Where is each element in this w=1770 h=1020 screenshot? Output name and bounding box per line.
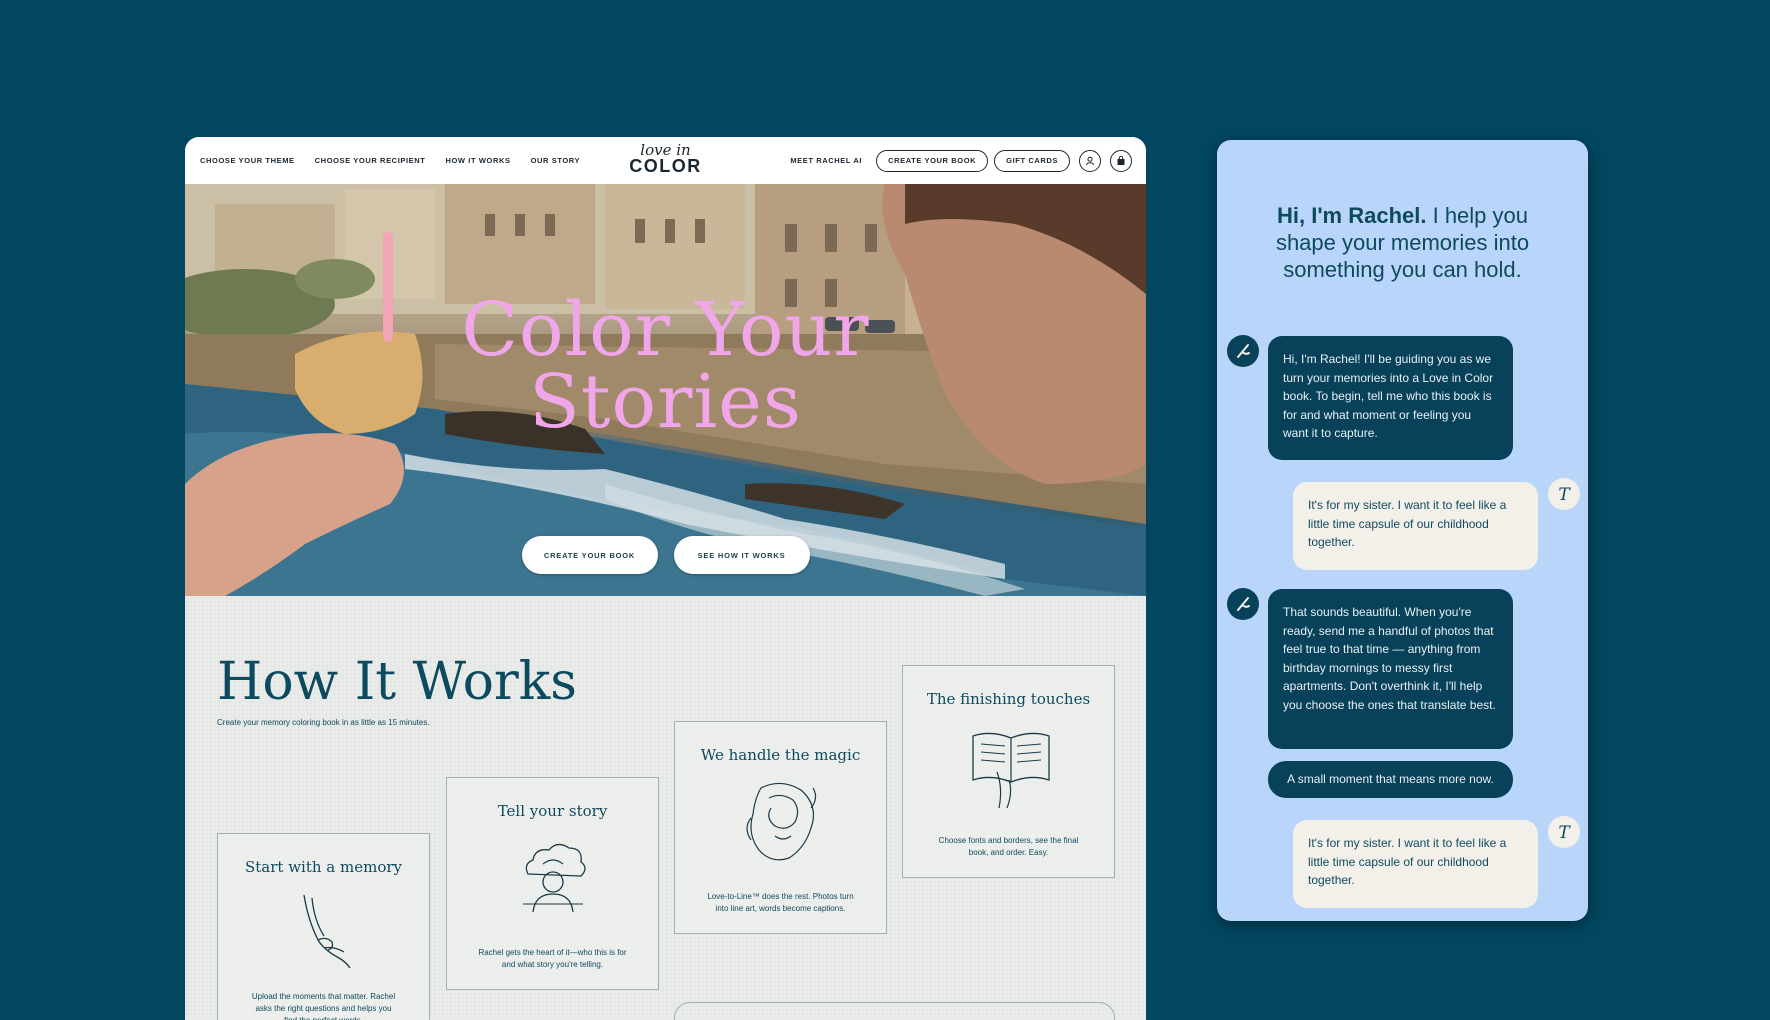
step-card-handle-magic[interactable]: We handle the magic Love-to-Line™ does t…	[674, 721, 887, 934]
nav-right-actions: MEET RACHEL AI CREATE YOUR BOOK GIFT CAR…	[790, 149, 1132, 172]
ai-avatar	[1227, 588, 1259, 620]
user-initial-icon: T	[1558, 823, 1571, 843]
hero-see-how-button[interactable]: SEE HOW IT WORKS	[673, 536, 810, 574]
step-title: The finishing touches	[926, 690, 1091, 708]
user-initial-text: T	[1558, 823, 1571, 843]
nav-our-story[interactable]: OUR STORY	[531, 156, 581, 165]
user-initial-icon: T	[1558, 485, 1571, 505]
pen-icon	[1237, 344, 1250, 358]
user-initial-text: T	[1558, 485, 1571, 505]
step-description: Rachel gets the heart of it—who this is …	[478, 948, 627, 969]
step-card-tell-story[interactable]: Tell your story Rachel gets the heart of…	[446, 777, 659, 990]
hands-illustration-icon	[303, 894, 351, 969]
step-description: Upload the moments that matter. Rachel a…	[251, 992, 396, 1020]
nav-left-links: CHOOSE YOUR THEME CHOOSE YOUR RECIPIENT …	[200, 156, 580, 165]
chat-message-ai-short: A small moment that means more now.	[1268, 761, 1513, 798]
nav-create-book-button[interactable]: CREATE YOUR BOOK	[876, 149, 989, 172]
bag-icon[interactable]	[1110, 149, 1132, 172]
nav-choose-theme[interactable]: CHOOSE YOUR THEME	[200, 156, 295, 165]
step-title: Tell your story	[497, 802, 608, 820]
user-avatar: T	[1548, 478, 1580, 510]
how-it-works-subtitle: Create your memory coloring book in as l…	[217, 718, 430, 727]
chat-heading: Hi, I'm Rachel. I help you shape your me…	[1247, 202, 1558, 283]
hero-title-line2: Stories	[529, 359, 802, 445]
partial-card-outline	[674, 1002, 1115, 1020]
step-card-start-memory[interactable]: Start with a memory Upload the moments t…	[217, 833, 430, 1020]
pen-icon	[1237, 597, 1250, 611]
logo-main-text: COLOR	[629, 156, 702, 176]
user-avatar: T	[1548, 816, 1580, 848]
how-it-works-title: How It Works	[217, 652, 577, 712]
website-mockup: CHOOSE YOUR THEME CHOOSE YOUR RECIPIENT …	[185, 137, 1146, 1020]
nav-choose-recipient[interactable]: CHOOSE YOUR RECIPIENT	[315, 156, 426, 165]
chat-message-user: It's for my sister. I want it to feel li…	[1293, 820, 1538, 908]
chat-heading-bold: Hi, I'm Rachel.	[1276, 203, 1427, 228]
person-clouds-icon	[523, 843, 586, 913]
person-icon[interactable]	[1079, 149, 1101, 172]
chat-message-ai: Hi, I'm Rachel! I'll be guiding you as w…	[1268, 336, 1513, 460]
step-title: Start with a memory	[244, 858, 403, 876]
hero-cta-group: CREATE YOUR BOOK SEE HOW IT WORKS	[185, 536, 1146, 574]
nav-how-it-works[interactable]: HOW IT WORKS	[445, 156, 510, 165]
step-description: Choose fonts and borders, see the final …	[938, 836, 1079, 857]
brand-logo[interactable]: love in COLOR	[629, 143, 702, 176]
how-it-works-section: How It Works Create your memory coloring…	[185, 596, 1146, 1020]
hero-title: Color Your Stories	[185, 287, 1146, 445]
step-description: Love-to-Line™ does the rest. Photos turn…	[707, 892, 854, 913]
step-card-finishing-touches[interactable]: The finishing touches Choose fonts and b…	[902, 665, 1115, 878]
hero-title-line1: Color Your	[461, 287, 870, 373]
nav-meet-rachel[interactable]: MEET RACHEL AI	[790, 156, 862, 165]
chat-message-user: It's for my sister. I want it to feel li…	[1293, 482, 1538, 570]
step-title: We handle the magic	[700, 746, 861, 764]
open-book-icon	[972, 732, 1050, 809]
swirl-face-icon	[746, 782, 817, 861]
nav-gift-cards-button[interactable]: GIFT CARDS	[994, 149, 1070, 172]
hero-section: Color Your Stories CREATE YOUR BOOK SEE …	[185, 184, 1146, 596]
hero-create-book-button[interactable]: CREATE YOUR BOOK	[521, 536, 658, 574]
top-nav: CHOOSE YOUR THEME CHOOSE YOUR RECIPIENT …	[185, 137, 1146, 184]
chat-message-ai: That sounds beautiful. When you're ready…	[1268, 589, 1513, 749]
rachel-chat-panel: Hi, I'm Rachel. I help you shape your me…	[1217, 140, 1588, 921]
ai-avatar	[1227, 335, 1259, 367]
